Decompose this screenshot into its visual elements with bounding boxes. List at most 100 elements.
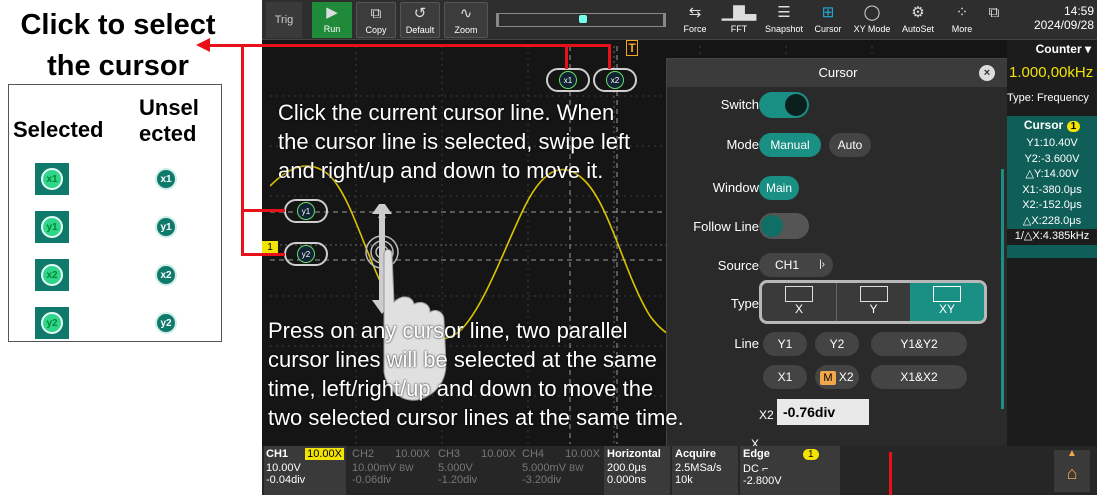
reading-inv-dx: 1/△X:4.385kHz [1007, 229, 1097, 245]
cursor-x2-tag[interactable]: x2 [593, 68, 637, 92]
default-button[interactable]: ↺ Default [400, 2, 440, 38]
xy-mode-icon: ◯ [863, 4, 881, 21]
cursor-state-legend: Selected Unsel ected x1 y1 x2 y2 x1 y1 x… [8, 84, 222, 342]
window-label: Window [712, 180, 759, 195]
callout-drop-x2 [608, 44, 611, 69]
reset-icon: ↺ [413, 5, 427, 22]
line-x1-button[interactable]: X1 [763, 365, 807, 389]
line-y1-button[interactable]: Y1 [763, 332, 807, 356]
clock-time: 14:59 [1063, 4, 1094, 18]
ch3-status[interactable]: CH3 10.00X 5.000V -1.20div [436, 446, 518, 495]
home-icon[interactable]: ⌂ ▲ [1054, 448, 1090, 492]
cursor-y1-tag[interactable]: y1 [284, 199, 328, 223]
counter-header[interactable]: Counter ▾ [1007, 40, 1097, 58]
unselected-y1-icon: y1 [149, 211, 183, 243]
edge-source-badge: 1 [802, 449, 819, 460]
type-segment: X Y XY [759, 280, 987, 324]
x-cursor-icon [785, 286, 813, 302]
zoom-wave-icon: ∿ [459, 5, 473, 22]
ch4-status[interactable]: CH4 10.00X 5.000mV BW -3.20div [520, 446, 602, 495]
cursor-dialog-title: Cursor [667, 59, 1009, 87]
mode-manual-button[interactable]: Manual [759, 133, 821, 157]
cursor-source-badge: 1 [1066, 121, 1081, 132]
line-x1x2-button[interactable]: X1&X2 [871, 365, 967, 389]
clock-date: 2024/09/28 [1033, 18, 1094, 32]
fft-button[interactable]: ▁▇▃ FFT [718, 2, 760, 38]
line-x2-button[interactable]: M X2 [815, 365, 859, 389]
type-label: Type [730, 296, 759, 311]
hint-parallel-lines: Press on any cursor line, two parallel c… [268, 318, 684, 430]
horizontal-status[interactable]: Horizontal 200.0μs 0.000ns [604, 446, 670, 495]
callout-arrow-line-top [210, 44, 610, 47]
cursor-dialog: Cursor × Switch Mode Manual Auto Window … [666, 58, 1009, 449]
hint-select-line: Click the current cursor line. When the … [278, 100, 631, 183]
cursor-x1-tag[interactable]: x1 [546, 68, 590, 92]
zoom-button[interactable]: ∿ Zoom [444, 2, 488, 38]
play-icon: ▶ [326, 4, 338, 21]
reading-dy: △Y:14.00V [1025, 168, 1079, 180]
autoset-button[interactable]: ⚙ AutoSet [896, 2, 940, 38]
timebase-position-slider[interactable] [496, 13, 666, 27]
reading-x2: X2:-152.0μs [1022, 199, 1082, 211]
more-button[interactable]: ⁘ More [942, 2, 982, 38]
follow-line-toggle[interactable] [759, 213, 809, 239]
switch-toggle[interactable] [759, 92, 809, 118]
counter-type: Type: Frequency [1007, 92, 1089, 104]
source-value: CH1 [775, 258, 800, 272]
close-icon[interactable]: × [979, 65, 995, 81]
mode-auto-button[interactable]: Auto [829, 133, 871, 157]
autoset-icon: ⚙ [911, 4, 925, 21]
callout-title-line2: the cursor [47, 50, 189, 82]
unselected-x2-icon: x2 [149, 259, 183, 291]
callout-bottom-line [889, 452, 892, 495]
x2-value-field[interactable]: -0.76div [777, 399, 869, 425]
measure-side-panel: Counter ▾ 1.000,00kHz Type: Frequency Cu… [1007, 40, 1097, 450]
cursor-readout-header: Cursor 1 [1007, 118, 1097, 132]
line-y2-button[interactable]: Y2 [815, 332, 859, 356]
follow-line-label: Follow Line [693, 219, 759, 234]
type-x-button[interactable]: X [762, 283, 836, 321]
ch2-status[interactable]: CH2 10.00X 10.00mV BW -0.06div [350, 446, 432, 495]
bottom-status-bar: CH1 10.00X 10.00V -0.04div CH2 10.00X 10.0… [262, 446, 1097, 495]
fft-icon: ▁▇▃ [721, 4, 757, 21]
clock: 14:59 2024/09/28 [1014, 4, 1094, 32]
reading-y1: Y1:10.40V [1026, 137, 1078, 149]
trig-button[interactable]: Trig [266, 2, 302, 38]
force-button[interactable]: ⇆ Force [674, 2, 716, 38]
m-badge: M [820, 371, 836, 385]
window-main-button[interactable]: Main [759, 176, 799, 200]
source-select[interactable]: CH1 |› [759, 253, 833, 277]
selected-x1-icon: x1 [35, 163, 69, 195]
legend-unselected-label-1: Unsel [139, 95, 199, 120]
source-label: Source [717, 258, 759, 273]
callout-left-vertical [241, 44, 244, 256]
unselected-x1-icon: x1 [149, 163, 183, 195]
snapshot-button[interactable]: ☰ Snapshot [762, 2, 806, 38]
legend-selected-column: x1 y1 x2 y2 [35, 163, 69, 339]
cursor-button[interactable]: ⊞ Cursor [808, 2, 848, 38]
trigger-position-marker: T [626, 40, 638, 56]
slider-thumb[interactable] [579, 15, 587, 23]
rising-edge-icon: ⌐ [761, 463, 769, 475]
reading-dx: △X:228.0μs [1022, 214, 1082, 227]
legend-unselected-column: x1 y1 x2 y2 [149, 163, 183, 339]
unselected-y2-icon: y2 [149, 307, 183, 339]
cursor-grid-icon: ⊞ [821, 4, 835, 21]
cursor-y2-tag[interactable]: y2 [284, 242, 328, 266]
ch1-status[interactable]: CH1 10.00X 10.00V -0.04div [264, 446, 346, 495]
type-y-button[interactable]: Y [836, 283, 910, 321]
copy-button[interactable]: ⧉ Copy [356, 2, 396, 38]
acquire-status[interactable]: Acquire 2.5MSa/s 10k [672, 446, 738, 495]
xy-mode-button[interactable]: ◯ XY Mode [850, 2, 894, 38]
mode-label: Mode [726, 137, 759, 152]
cursor-readout-box: Cursor 1 Y1:10.40V Y2:-3.600V △Y:14.00V … [1007, 116, 1097, 258]
reading-y2: Y2:-3.600V [1024, 152, 1080, 165]
selected-y2-icon: y2 [35, 307, 69, 339]
edge-trigger-status[interactable]: Edge 1 DC ⌐ -2.800V [740, 446, 840, 495]
x2-value-label: X2 [759, 408, 774, 422]
top-toolbar: Trig ▶ Run ⧉ Copy ↺ Default ∿ Zoom ⇆ Force ▁▇… [262, 0, 1097, 40]
line-y1y2-button[interactable]: Y1&Y2 [871, 332, 967, 356]
run-button[interactable]: ▶ Run [312, 2, 352, 38]
dialog-scrollbar[interactable] [1001, 169, 1004, 409]
type-xy-button[interactable]: XY [910, 283, 984, 321]
